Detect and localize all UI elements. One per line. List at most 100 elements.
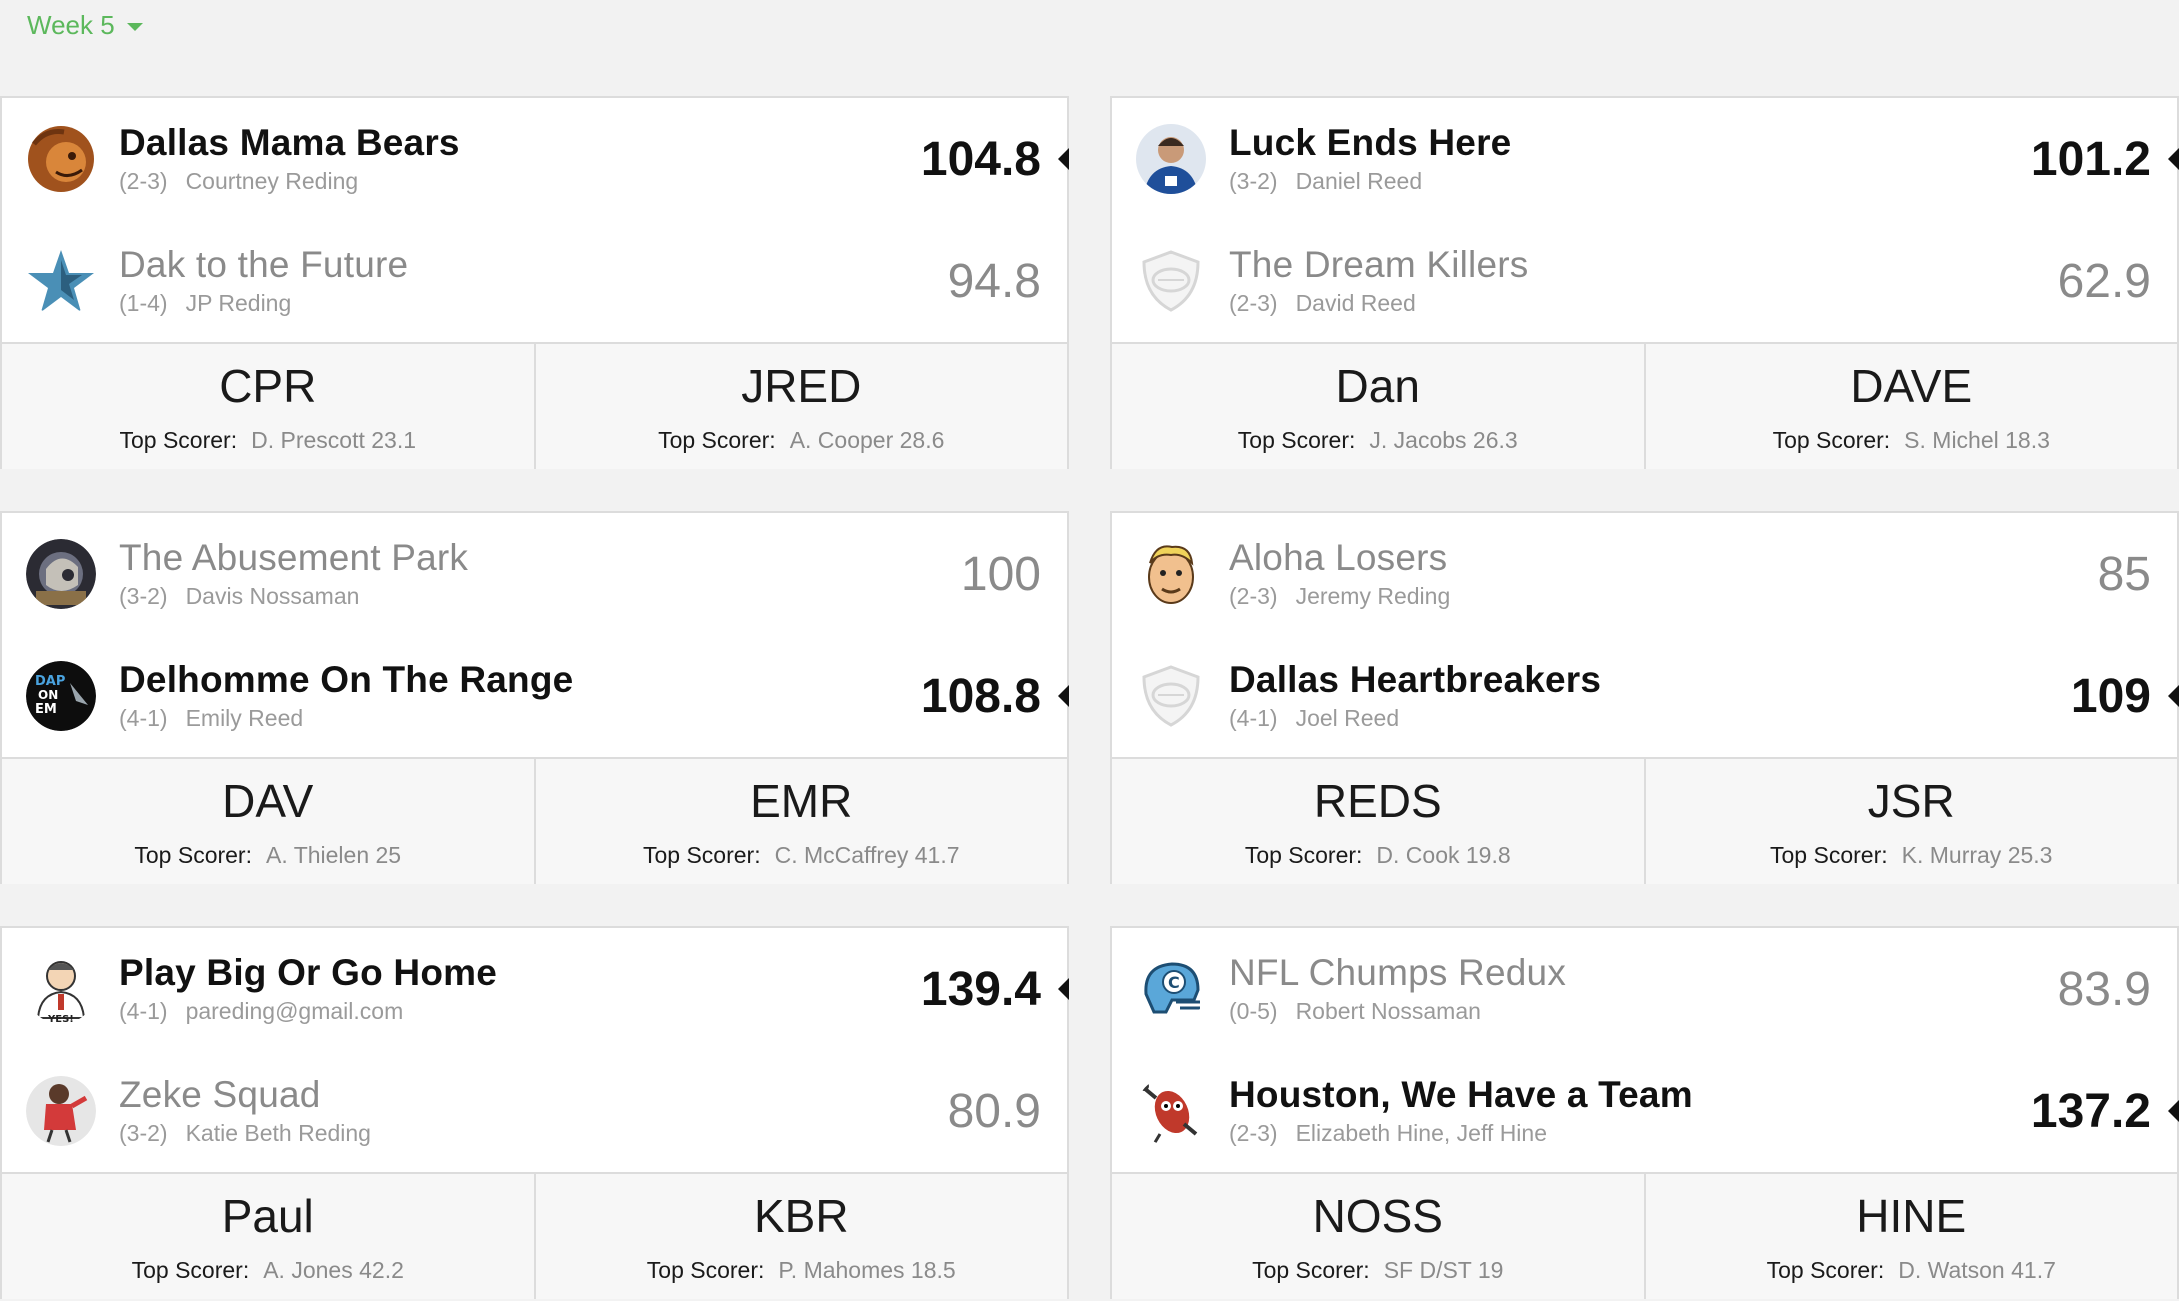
team-row-away[interactable]: Zeke Squad (3-2) Katie Beth Reding 80.9 xyxy=(2,1050,1067,1172)
matchup-footer: REDS Top Scorer: D. Cook 19.8 JSR Top Scorer… xyxy=(1112,757,2177,884)
top-scorer-label: Top Scorer: xyxy=(1766,1257,1885,1283)
team-name[interactable]: Delhomme On The Range xyxy=(119,659,573,701)
week-dropdown[interactable]: Week 5 xyxy=(27,10,143,41)
team-row-away[interactable]: Dak to the Future (1-4) JP Reding 94.8 xyxy=(2,220,1067,342)
team-row-home[interactable]: YES! Play Big Or Go Home (4-1) pareding@gma… xyxy=(2,928,1069,1050)
chevron-down-icon xyxy=(126,22,143,31)
team-summary-cell[interactable]: JSR Top Scorer: K. Murray 25.3 xyxy=(1643,759,2178,884)
team-owner: Courtney Reding xyxy=(185,168,359,194)
team-meta: (3-2) Daniel Reed xyxy=(1229,168,1422,195)
matchup-footer: Dan Top Scorer: J. Jacobs 26.3 DAVE Top Scor… xyxy=(1112,342,2177,469)
team-score: 100 xyxy=(960,548,1041,601)
team-abbreviation: DAV xyxy=(222,775,314,827)
top-scorer-player: J. Jacobs 26.3 xyxy=(1369,427,1518,453)
team-name[interactable]: Luck Ends Here xyxy=(1229,122,1511,164)
team-row-away[interactable]: Dallas Heartbreakers (4-1) Joel Reed 109 xyxy=(1112,635,2179,757)
team-owner: Joel Reed xyxy=(1295,705,1400,731)
team-row-home[interactable]: Dallas Mama Bears (2-3) Courtney Reding 104… xyxy=(2,98,1069,220)
team-meta: (3-2) Davis Nossaman xyxy=(119,583,359,610)
top-scorer: Top Scorer: P. Mahomes 18.5 xyxy=(647,1257,956,1284)
team-summary-cell[interactable]: Paul Top Scorer: A. Jones 42.2 xyxy=(2,1174,534,1299)
team-owner: Katie Beth Reding xyxy=(185,1120,371,1146)
team-owner: Emily Reed xyxy=(185,705,304,731)
team-summary-cell[interactable]: CPR Top Scorer: D. Prescott 23.1 xyxy=(2,344,534,469)
team-name[interactable]: Aloha Losers xyxy=(1229,537,1447,579)
matchup-card[interactable]: Aloha Losers (2-3) Jeremy Reding 85 Dallas H… xyxy=(1110,511,2179,884)
team-record: (2-3) xyxy=(1229,1120,1278,1146)
team-row-away[interactable]: The Dream Killers (2-3) David Reed 62.9 xyxy=(1112,220,2177,342)
team-abbreviation: JSR xyxy=(1867,775,1955,827)
team-record: (1-4) xyxy=(119,290,168,316)
matchup-card[interactable]: C NFL Chumps Redux (0-5) Robert Nossaman 83.… xyxy=(1110,926,2179,1299)
team-summary-cell[interactable]: HINE Top Scorer: D. Watson 41.7 xyxy=(1643,1174,2178,1299)
winner-arrow-icon xyxy=(2168,148,2179,170)
matchup-footer: NOSS Top Scorer: SF D/ST 19 HINE Top Scorer:… xyxy=(1112,1172,2177,1299)
team-meta: (2-3) David Reed xyxy=(1229,290,1416,317)
team-name[interactable]: NFL Chumps Redux xyxy=(1229,952,1566,994)
player-photo-icon xyxy=(1136,124,1206,194)
top-scorer-player: A. Thielen 25 xyxy=(265,842,402,868)
team-row-home[interactable]: Luck Ends Here (3-2) Daniel Reed 101.2 xyxy=(1112,98,2179,220)
team-summary-cell[interactable]: EMR Top Scorer: C. McCaffrey 41.7 xyxy=(533,759,1068,884)
team-summary-cell[interactable]: DAV Top Scorer: A. Thielen 25 xyxy=(2,759,534,884)
matchup-footer: Paul Top Scorer: A. Jones 42.2 KBR Top Score… xyxy=(2,1172,1067,1299)
top-scorer-label: Top Scorer: xyxy=(1244,842,1363,868)
team-record: (4-1) xyxy=(119,705,168,731)
team-name[interactable]: Play Big Or Go Home xyxy=(119,952,497,994)
team-summary-cell[interactable]: REDS Top Scorer: D. Cook 19.8 xyxy=(1112,759,1644,884)
team-name[interactable]: Dallas Mama Bears xyxy=(119,122,460,164)
team-row-home[interactable]: The Abusement Park (3-2) Davis Nossaman 100 xyxy=(2,513,1067,635)
team-record: (4-1) xyxy=(1229,705,1278,731)
team-name[interactable]: The Abusement Park xyxy=(119,537,468,579)
team-owner: Robert Nossaman xyxy=(1295,998,1481,1024)
top-scorer: Top Scorer: D. Cook 19.8 xyxy=(1245,842,1511,869)
team-record: (3-2) xyxy=(1229,168,1278,194)
team-score: 109 xyxy=(2070,670,2151,723)
team-meta: (3-2) Katie Beth Reding xyxy=(119,1120,371,1147)
matchup-card[interactable]: YES! Play Big Or Go Home (4-1) pareding@gma… xyxy=(0,926,1069,1299)
top-scorer-player: A. Jones 42.2 xyxy=(263,1257,404,1283)
team-name[interactable]: Dak to the Future xyxy=(119,244,408,286)
winner-arrow-icon xyxy=(1058,685,1069,707)
team-abbreviation: NOSS xyxy=(1312,1190,1443,1242)
default-shield-icon xyxy=(1136,661,1206,731)
team-name[interactable]: Dallas Heartbreakers xyxy=(1229,659,1601,701)
matchup-card[interactable]: The Abusement Park (3-2) Davis Nossaman 100… xyxy=(0,511,1069,884)
team-meta: (2-3) Elizabeth Hine, Jeff Hine xyxy=(1229,1120,1547,1147)
photo-avatar-icon xyxy=(26,539,96,609)
star-logo-icon xyxy=(26,246,96,316)
team-abbreviation: EMR xyxy=(750,775,853,827)
matchup-card[interactable]: Dallas Mama Bears (2-3) Courtney Reding 104… xyxy=(0,96,1069,469)
team-name[interactable]: The Dream Killers xyxy=(1229,244,1528,286)
top-scorer-player: K. Murray 25.3 xyxy=(1901,842,2053,868)
top-scorer-player: SF D/ST 19 xyxy=(1383,1257,1504,1283)
team-summary-cell[interactable]: DAVE Top Scorer: S. Michel 18.3 xyxy=(1643,344,2178,469)
team-score: 80.9 xyxy=(947,1085,1041,1138)
lion-logo-icon xyxy=(26,124,96,194)
team-row-home[interactable]: C NFL Chumps Redux (0-5) Robert Nossaman 83.… xyxy=(1112,928,2177,1050)
team-row-home[interactable]: Aloha Losers (2-3) Jeremy Reding 85 xyxy=(1112,513,2177,635)
top-scorer-label: Top Scorer: xyxy=(642,842,761,868)
team-summary-cell[interactable]: JRED Top Scorer: A. Cooper 28.6 xyxy=(533,344,1068,469)
top-scorer: Top Scorer: SF D/ST 19 xyxy=(1252,1257,1503,1284)
team-meta: (2-3) Courtney Reding xyxy=(119,168,358,195)
team-summary-cell[interactable]: NOSS Top Scorer: SF D/ST 19 xyxy=(1112,1174,1644,1299)
svg-text:YES!: YES! xyxy=(47,1014,74,1024)
team-row-away[interactable]: DAP ON EM Delhomme On The Range (4-1) Emily R… xyxy=(2,635,1069,757)
helmet-icon: C xyxy=(1136,954,1206,1024)
team-meta: (4-1) Joel Reed xyxy=(1229,705,1399,732)
team-name[interactable]: Houston, We Have a Team xyxy=(1229,1074,1693,1116)
team-name[interactable]: Zeke Squad xyxy=(119,1074,321,1116)
team-owner: JP Reding xyxy=(185,290,292,316)
winner-arrow-icon xyxy=(1058,978,1069,1000)
matchup-card[interactable]: Luck Ends Here (3-2) Daniel Reed 101.2 The D… xyxy=(1110,96,2179,469)
team-summary-cell[interactable]: Dan Top Scorer: J. Jacobs 26.3 xyxy=(1112,344,1644,469)
team-abbreviation: KBR xyxy=(753,1190,849,1242)
top-scorer-label: Top Scorer: xyxy=(1772,427,1891,453)
team-score: 137.2 xyxy=(2030,1085,2151,1138)
team-row-away[interactable]: Houston, We Have a Team (2-3) Elizabeth Hi… xyxy=(1112,1050,2179,1172)
team-meta: (4-1) pareding@gmail.com xyxy=(119,998,403,1025)
top-scorer-player: P. Mahomes 18.5 xyxy=(778,1257,956,1283)
team-meta: (1-4) JP Reding xyxy=(119,290,291,317)
team-summary-cell[interactable]: KBR Top Scorer: P. Mahomes 18.5 xyxy=(533,1174,1068,1299)
